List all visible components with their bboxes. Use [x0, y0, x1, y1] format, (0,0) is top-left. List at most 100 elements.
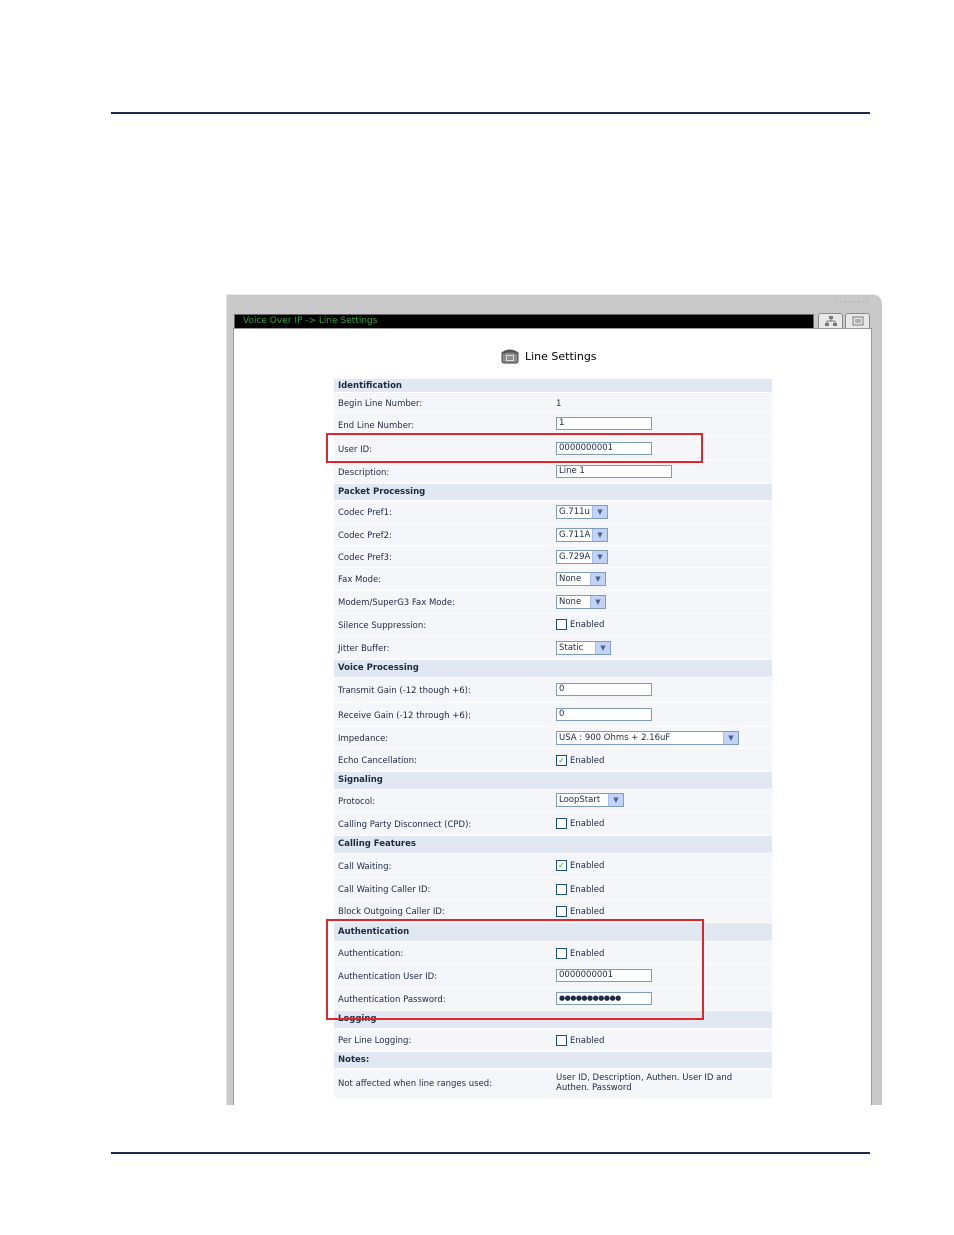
row-per-line-logging: Per Line Logging: Enabled — [334, 1029, 772, 1052]
row-codec-pref3: Codec Pref3: G.729A ▼ — [334, 546, 772, 568]
call-waiting-caller-id-checkbox[interactable]: Enabled — [556, 884, 604, 895]
checkbox-label: Enabled — [570, 906, 605, 917]
highlight-authentication — [326, 919, 704, 1020]
chevron-down-icon: ▼ — [592, 529, 607, 541]
protocol-select[interactable]: LoopStart ▼ — [556, 793, 624, 807]
checkbox-label: Enabled — [570, 755, 605, 766]
section-voice-processing: Voice Processing — [334, 660, 772, 678]
field-label: Codec Pref2: — [338, 531, 392, 541]
block-caller-id-checkbox[interactable]: Enabled — [556, 906, 604, 917]
checkbox-label: Enabled — [570, 619, 605, 630]
begin-line-value: 1 — [556, 399, 562, 409]
row-jitter-buffer: Jitter Buffer: Static ▼ — [334, 637, 772, 660]
phone-icon — [500, 348, 520, 364]
help-button[interactable] — [845, 313, 870, 329]
field-label: Call Waiting Caller ID: — [338, 885, 431, 895]
checkbox-box[interactable]: ✓ — [556, 860, 567, 871]
field-label: Call Waiting: — [338, 862, 392, 872]
breadcrumb: Voice Over IP -> Line Settings — [243, 316, 378, 326]
checkbox-label: Enabled — [570, 860, 605, 871]
row-protocol: Protocol: LoopStart ▼ — [334, 790, 772, 812]
row-transmit-gain: Transmit Gain (-12 though +6): 0 — [334, 678, 772, 703]
chevron-down-icon: ▼ — [592, 551, 607, 563]
row-fax-mode: Fax Mode: None ▼ — [334, 568, 772, 591]
checkbox-label: Enabled — [570, 818, 605, 829]
page-title: Line Settings — [525, 349, 597, 363]
field-label: Per Line Logging: — [338, 1036, 412, 1046]
section-identification: Identification — [334, 379, 772, 393]
modem-fax-mode-select[interactable]: None ▼ — [556, 595, 606, 609]
field-label: Impedance: — [338, 734, 389, 744]
checkbox-box[interactable]: ✓ — [556, 755, 567, 766]
highlight-user-id — [326, 433, 703, 463]
field-label: Codec Pref3: — [338, 553, 392, 563]
codec-pref2-select[interactable]: G.711A ▼ — [556, 528, 608, 542]
field-label: Begin Line Number: — [338, 399, 423, 409]
section-header: Voice Processing — [338, 663, 419, 673]
cpd-checkbox[interactable]: Enabled — [556, 818, 604, 829]
chevron-down-icon: ▼ — [608, 794, 623, 806]
row-silence-suppression: Silence Suppression: Enabled — [334, 614, 772, 637]
row-codec-pref2: Codec Pref2: G.711A ▼ — [334, 524, 772, 546]
section-header: Packet Processing — [338, 487, 426, 497]
call-waiting-checkbox[interactable]: ✓ Enabled — [556, 860, 604, 871]
checkbox-box[interactable] — [556, 906, 567, 917]
field-label: Transmit Gain (-12 though +6): — [338, 686, 471, 696]
per-line-logging-checkbox[interactable]: Enabled — [556, 1035, 604, 1046]
sitemap-icon — [824, 316, 837, 326]
field-label: Modem/SuperG3 Fax Mode: — [338, 598, 455, 608]
chevron-down-icon: ▼ — [595, 642, 610, 654]
row-description: Description: Line 1 — [334, 461, 772, 484]
section-header: Calling Features — [338, 839, 416, 849]
row-codec-pref1: Codec Pref1: G.711u ▼ — [334, 501, 772, 524]
breadcrumb-bar: Voice Over IP -> Line Settings — [234, 314, 814, 329]
section-header: Notes: — [338, 1055, 370, 1065]
sitemap-button[interactable] — [818, 313, 843, 329]
chevron-down-icon: ▼ — [590, 596, 605, 608]
transmit-gain-input[interactable]: 0 — [556, 683, 652, 696]
echo-cancellation-checkbox[interactable]: ✓ Enabled — [556, 755, 604, 766]
row-receive-gain: Receive Gain (-12 through +6): 0 — [334, 703, 772, 727]
section-packet-processing: Packet Processing — [334, 484, 772, 501]
chevron-down-icon: ▼ — [592, 506, 607, 518]
field-label: Description: — [338, 468, 390, 478]
field-label: Protocol: — [338, 797, 376, 807]
section-header: Signaling — [338, 775, 383, 785]
checkbox-box[interactable] — [556, 619, 567, 630]
field-label: Not affected when line ranges used: — [338, 1079, 493, 1089]
section-header: Identification — [338, 381, 402, 391]
top-rule — [111, 112, 870, 114]
end-line-input[interactable]: 1 — [556, 417, 652, 430]
section-calling-features: Calling Features — [334, 836, 772, 854]
codec-pref1-select[interactable]: G.711u ▼ — [556, 505, 608, 519]
row-echo-cancellation: Echo Cancellation: ✓ Enabled — [334, 749, 772, 772]
field-label: End Line Number: — [338, 421, 415, 431]
row-begin-line: Begin Line Number: 1 — [334, 393, 772, 413]
checkbox-box[interactable] — [556, 884, 567, 895]
chevron-down-icon: ▼ — [590, 573, 605, 585]
receive-gain-input[interactable]: 0 — [556, 708, 652, 721]
checkbox-label: Enabled — [570, 1035, 605, 1046]
row-cpd: Calling Party Disconnect (CPD): Enabled — [334, 812, 772, 836]
field-label: Block Outgoing Caller ID: — [338, 907, 445, 917]
window-grip: ········· — [835, 298, 870, 308]
row-modem-fax-mode: Modem/SuperG3 Fax Mode: None ▼ — [334, 591, 772, 614]
jitter-buffer-select[interactable]: Static ▼ — [556, 641, 611, 655]
row-notes: Not affected when line ranges used: User… — [334, 1069, 772, 1099]
notes-value: User ID, Description, Authen. User ID an… — [556, 1073, 733, 1093]
codec-pref3-select[interactable]: G.729A ▼ — [556, 550, 608, 564]
field-label: Echo Cancellation: — [338, 756, 417, 766]
description-input[interactable]: Line 1 — [556, 465, 672, 478]
section-notes: Notes: — [334, 1052, 772, 1069]
fax-mode-select[interactable]: None ▼ — [556, 572, 606, 586]
silence-suppression-checkbox[interactable]: Enabled — [556, 619, 604, 630]
chevron-down-icon: ▼ — [723, 732, 738, 744]
field-label: Silence Suppression: — [338, 621, 427, 631]
checkbox-box[interactable] — [556, 1035, 567, 1046]
bottom-rule — [111, 1152, 870, 1154]
field-label: Codec Pref1: — [338, 508, 392, 518]
field-label: Jitter Buffer: — [338, 644, 390, 654]
checkbox-box[interactable] — [556, 818, 567, 829]
impedance-select[interactable]: USA : 900 Ohms + 2.16uF ▼ — [556, 731, 739, 745]
field-label: Fax Mode: — [338, 575, 382, 585]
